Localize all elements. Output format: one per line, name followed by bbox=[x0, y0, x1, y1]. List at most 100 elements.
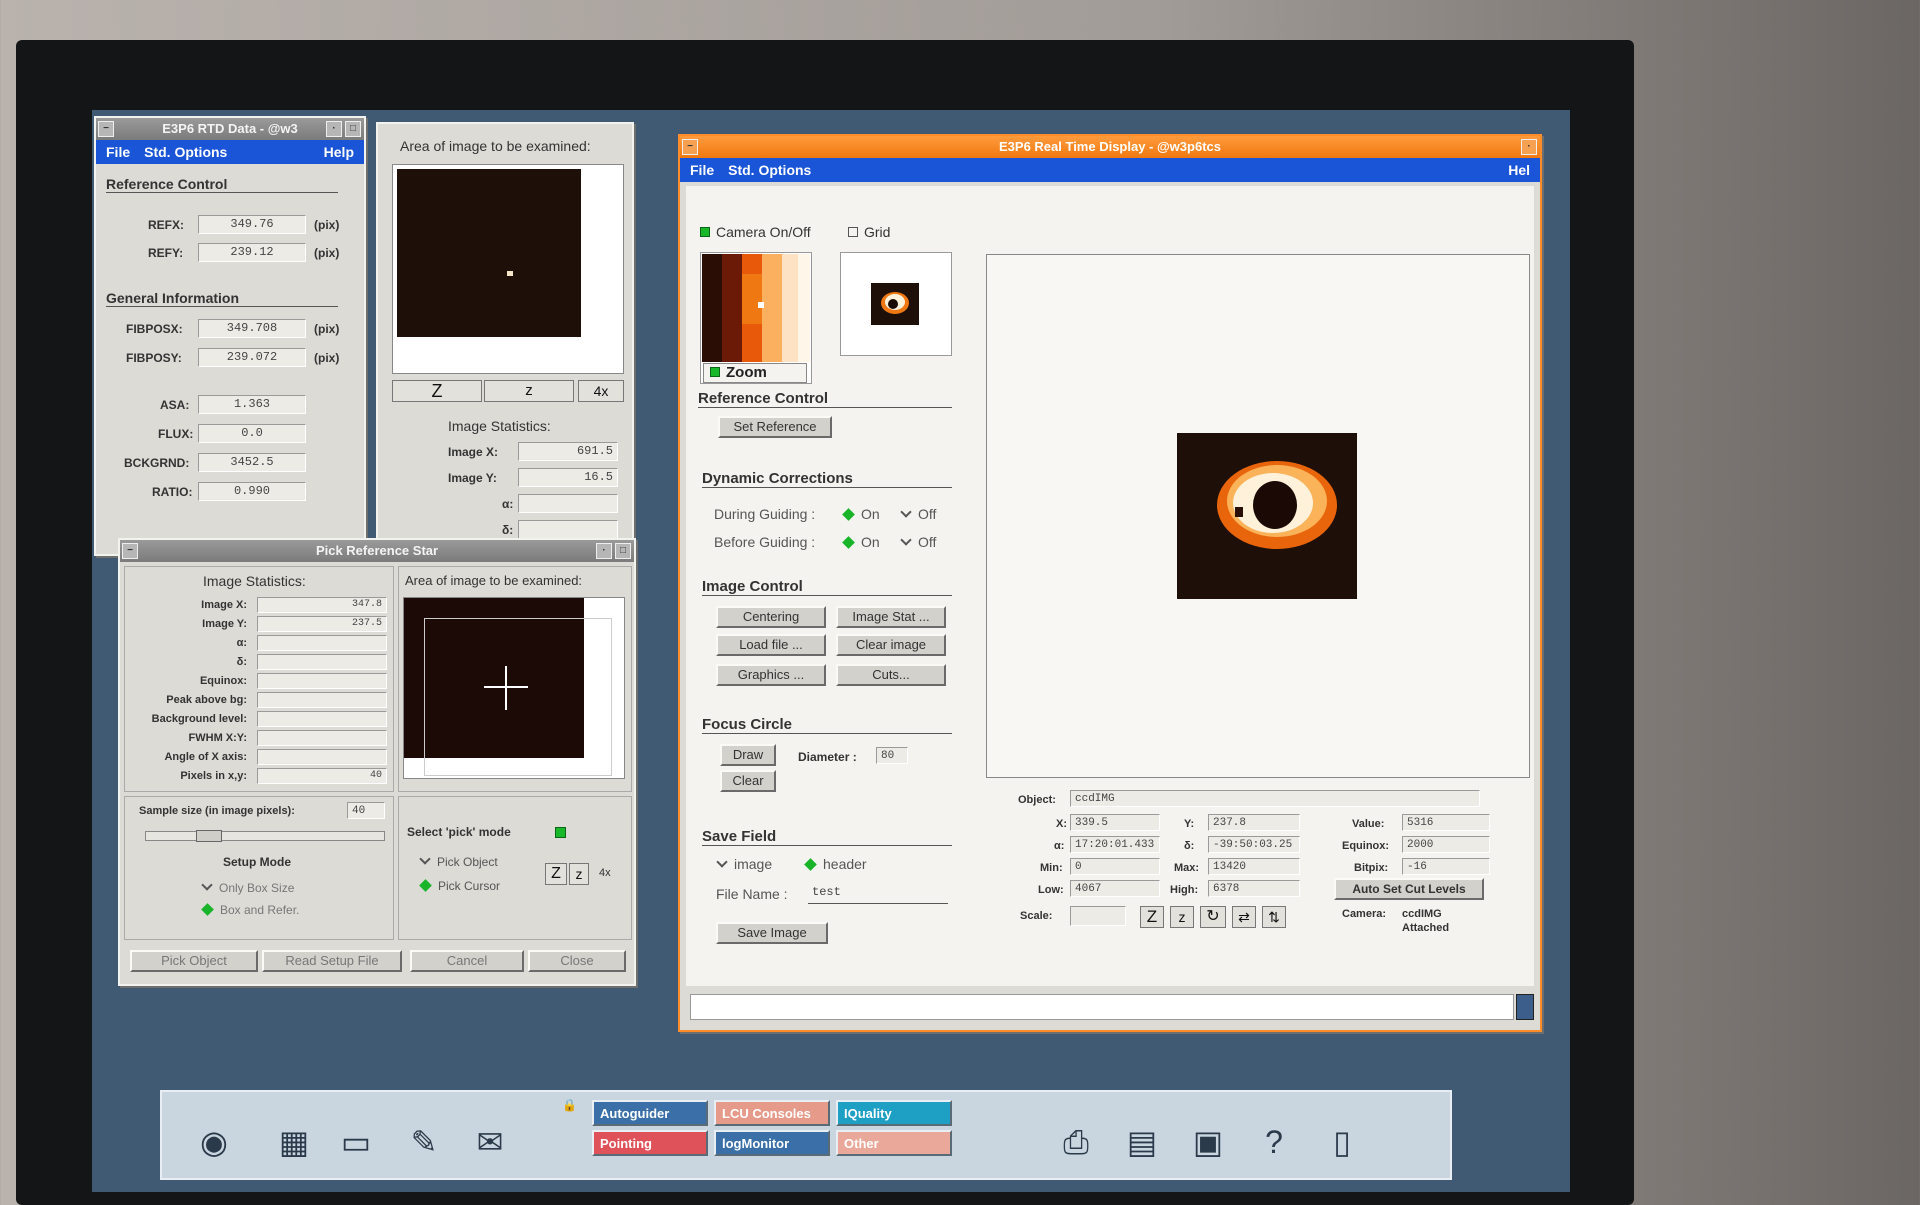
pick-object-option[interactable]: Pick Object bbox=[419, 853, 498, 869]
pick-star-titlebar[interactable]: − Pick Reference Star · □ bbox=[120, 540, 634, 562]
ratio-field[interactable]: 0.990 bbox=[198, 482, 306, 501]
sample-size-field[interactable]: 40 bbox=[347, 802, 385, 819]
globe-icon[interactable]: ◉ bbox=[192, 1120, 236, 1164]
read-setup-file-button[interactable]: Read Setup File bbox=[262, 950, 402, 972]
trash-icon[interactable]: ▯ bbox=[1320, 1120, 1364, 1164]
pick-stat-field[interactable] bbox=[257, 711, 387, 727]
image-stat-button[interactable]: Image Stat ... bbox=[836, 606, 946, 628]
lock-icon[interactable]: 🔒 bbox=[562, 1098, 577, 1112]
mail-icon[interactable]: ✉ bbox=[468, 1120, 512, 1164]
close-button[interactable]: Close bbox=[528, 950, 626, 972]
pick-zoom-in-button[interactable]: Z bbox=[545, 863, 567, 885]
file-name-field[interactable]: test bbox=[808, 884, 948, 904]
asa-field[interactable]: 1.363 bbox=[198, 395, 306, 414]
rtd-titlebar[interactable]: − E3P6 Real Time Display - @w3p6tcs · bbox=[680, 136, 1540, 158]
printer-icon[interactable]: ⎙ bbox=[1054, 1120, 1098, 1164]
taskbar-tile[interactable]: logMonitor bbox=[714, 1130, 830, 1156]
save-header-option[interactable]: header bbox=[804, 856, 867, 872]
fibposx-field[interactable]: 349.708 bbox=[198, 319, 306, 338]
diameter-field[interactable]: 80 bbox=[876, 747, 908, 764]
zoom-in-button[interactable]: Z bbox=[392, 380, 482, 402]
pick-stat-field[interactable] bbox=[257, 730, 387, 746]
calendar-icon[interactable]: ▦ bbox=[272, 1120, 316, 1164]
alpha-field[interactable]: 17:20:01.433 bbox=[1070, 836, 1160, 853]
high-field[interactable]: 6378 bbox=[1208, 880, 1300, 897]
min-field[interactable]: 0 bbox=[1070, 858, 1160, 875]
taskbar-tile[interactable]: LCU Consoles bbox=[714, 1100, 830, 1126]
rtd-zoom-in-button[interactable]: Z bbox=[1140, 906, 1164, 928]
pick-stat-field[interactable] bbox=[257, 749, 387, 765]
zoom-4x-button[interactable]: 4x bbox=[578, 380, 624, 402]
clear-button[interactable]: Clear bbox=[720, 770, 776, 792]
graphics-button[interactable]: Graphics ... bbox=[716, 664, 826, 686]
x-field[interactable]: 339.5 bbox=[1070, 814, 1160, 831]
set-reference-button[interactable]: Set Reference bbox=[718, 416, 832, 438]
pick-stat-field[interactable]: 237.5 bbox=[257, 616, 387, 632]
bckgrnd-field[interactable]: 3452.5 bbox=[198, 453, 306, 472]
minimize-icon[interactable]: · bbox=[326, 121, 342, 137]
zoom-label-box[interactable]: Zoom bbox=[703, 363, 807, 383]
pick-cursor-option[interactable]: Pick Cursor bbox=[419, 879, 500, 893]
menu-help[interactable]: Help bbox=[324, 144, 354, 160]
bitpix-field[interactable]: -16 bbox=[1402, 858, 1490, 875]
pick-stat-field[interactable] bbox=[257, 654, 387, 670]
rotate-icon[interactable]: ↻ bbox=[1200, 906, 1226, 928]
flip-vertical-icon[interactable]: ⇅ bbox=[1262, 906, 1286, 928]
pick-stat-field[interactable] bbox=[257, 635, 387, 651]
setup-option-box-refer[interactable]: Box and Refer. bbox=[201, 903, 299, 917]
zoom-out-button[interactable]: z bbox=[484, 380, 574, 402]
minimize-icon[interactable]: · bbox=[1521, 139, 1537, 155]
menu-file[interactable]: File bbox=[690, 162, 714, 178]
pick-zoom-4x-button[interactable]: 4x bbox=[599, 867, 611, 879]
cancel-button[interactable]: Cancel bbox=[410, 950, 524, 972]
flip-horizontal-icon[interactable]: ⇄ bbox=[1232, 906, 1256, 928]
help-icon[interactable]: ? bbox=[1252, 1120, 1296, 1164]
text-editor-icon[interactable]: ✎ bbox=[402, 1120, 446, 1164]
sample-size-slider[interactable] bbox=[145, 830, 385, 842]
y-field[interactable]: 237.8 bbox=[1208, 814, 1300, 831]
pick-stat-field[interactable] bbox=[257, 692, 387, 708]
delta-field[interactable]: -39:50:03.25 bbox=[1208, 836, 1300, 853]
image-x-field[interactable]: 691.5 bbox=[518, 442, 618, 461]
menu-std-options[interactable]: Std. Options bbox=[144, 144, 227, 160]
refx-field[interactable]: 349.76 bbox=[198, 215, 306, 234]
during-guiding-off[interactable]: Off bbox=[900, 506, 936, 522]
cuts-button[interactable]: Cuts... bbox=[836, 664, 946, 686]
maximize-icon[interactable]: □ bbox=[615, 543, 631, 559]
save-image-button[interactable]: Save Image bbox=[716, 922, 828, 944]
maximize-icon[interactable]: □ bbox=[345, 121, 361, 137]
during-guiding-on[interactable]: On bbox=[842, 506, 880, 522]
scale-field[interactable] bbox=[1070, 906, 1126, 926]
folder-icon[interactable]: ▭ bbox=[334, 1120, 378, 1164]
taskbar-tile[interactable]: IQuality bbox=[836, 1100, 952, 1126]
auto-set-cut-levels-button[interactable]: Auto Set Cut Levels bbox=[1334, 878, 1484, 900]
taskbar-tile[interactable]: Pointing bbox=[592, 1130, 708, 1156]
delta-field[interactable] bbox=[518, 520, 618, 539]
pick-stat-field[interactable]: 347.8 bbox=[257, 597, 387, 613]
minimize-icon[interactable]: · bbox=[596, 543, 612, 559]
pick-object-button[interactable]: Pick Object bbox=[130, 950, 258, 972]
object-field[interactable]: ccdIMG bbox=[1070, 790, 1480, 807]
save-image-option[interactable]: image bbox=[716, 856, 772, 872]
window-menu-icon[interactable]: − bbox=[98, 121, 114, 137]
refy-field[interactable]: 239.12 bbox=[198, 243, 306, 262]
setup-option-only-box[interactable]: Only Box Size bbox=[201, 879, 294, 895]
camera-toggle[interactable]: Camera On/Off bbox=[700, 224, 811, 240]
max-field[interactable]: 13420 bbox=[1208, 858, 1300, 875]
alpha-field[interactable] bbox=[518, 494, 618, 513]
style-manager-icon[interactable]: ▤ bbox=[1120, 1120, 1164, 1164]
app-manager-icon[interactable]: ▣ bbox=[1186, 1120, 1230, 1164]
low-field[interactable]: 4067 bbox=[1070, 880, 1160, 897]
pick-stat-field[interactable] bbox=[257, 673, 387, 689]
menu-file[interactable]: File bbox=[106, 144, 130, 160]
load-file-button[interactable]: Load file ... bbox=[716, 634, 826, 656]
value-field[interactable]: 5316 bbox=[1402, 814, 1490, 831]
main-image-canvas[interactable] bbox=[986, 254, 1530, 778]
centering-button[interactable]: Centering bbox=[716, 606, 826, 628]
draw-button[interactable]: Draw bbox=[720, 744, 776, 766]
before-guiding-on[interactable]: On bbox=[842, 534, 880, 550]
pick-stat-field[interactable]: 40 bbox=[257, 768, 387, 784]
window-menu-icon[interactable]: − bbox=[682, 139, 698, 155]
flux-field[interactable]: 0.0 bbox=[198, 424, 306, 443]
menu-help[interactable]: Hel bbox=[1508, 162, 1530, 178]
